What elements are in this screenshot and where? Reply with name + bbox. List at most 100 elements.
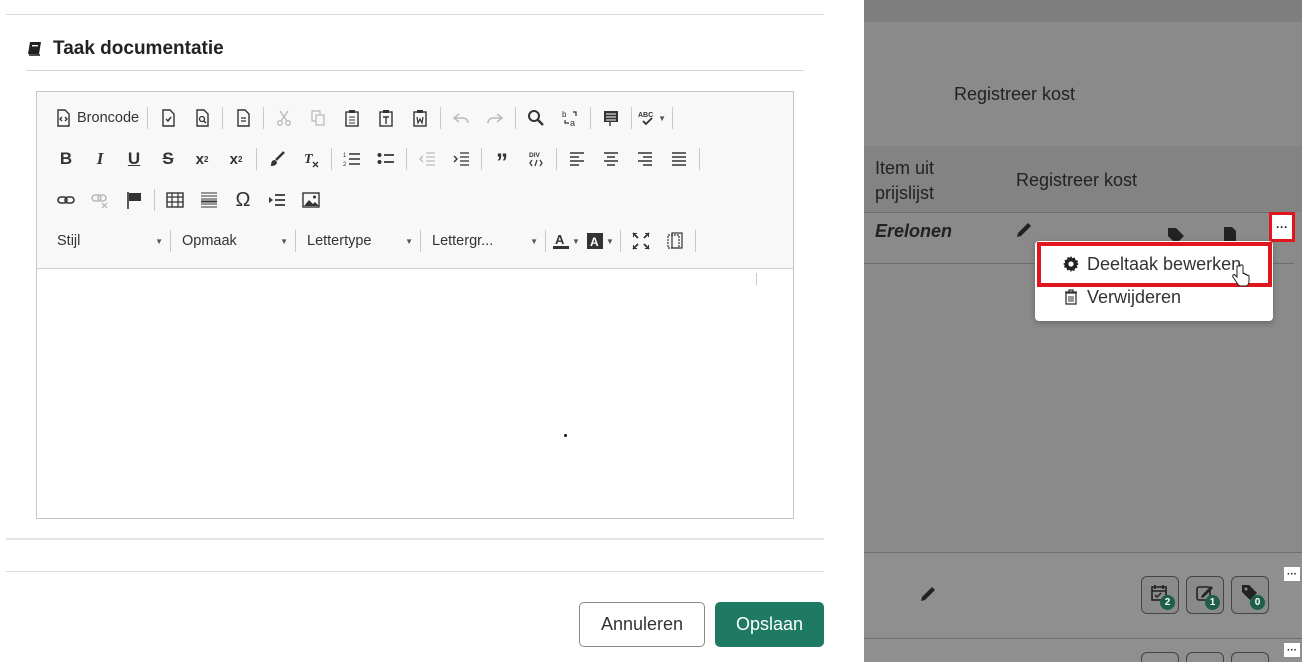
count-badge: 2 — [1160, 595, 1175, 610]
tag-badge-button[interactable]: 0 — [1231, 576, 1269, 614]
numbered-list-icon: 12 — [343, 153, 360, 168]
section-title: Taak documentatie — [53, 38, 224, 59]
svg-text:DIV: DIV — [529, 152, 541, 159]
find-button[interactable] — [522, 105, 550, 131]
show-blocks-button[interactable] — [661, 228, 689, 254]
toolbar-row: Broncode ba ABC ▼ — [49, 102, 676, 134]
cancel-button[interactable]: Annuleren — [579, 602, 705, 647]
clear-format-icon: T — [304, 152, 319, 168]
chevron-down-icon: ▼ — [530, 236, 538, 246]
outdent-button[interactable] — [413, 146, 441, 172]
copy-format-button[interactable] — [263, 146, 291, 172]
svg-text:b: b — [562, 110, 567, 119]
maximize-icon — [632, 232, 650, 250]
numbered-list-button[interactable]: 12 — [338, 146, 366, 172]
image-button[interactable] — [297, 187, 325, 213]
italic-button[interactable]: I — [86, 146, 114, 172]
justify-button[interactable] — [665, 146, 693, 172]
editor-content-area[interactable] — [37, 269, 793, 518]
font-size-select[interactable]: Lettergr... ▼ — [424, 228, 542, 254]
font-size-select-label: Lettergr... — [432, 233, 494, 249]
divider — [6, 538, 824, 540]
div-icon: DIV — [529, 152, 543, 167]
maximize-button[interactable] — [627, 228, 655, 254]
table-button[interactable] — [161, 187, 189, 213]
column-header-item: Item uit prijslijst — [875, 158, 935, 203]
font-select[interactable]: Lettertype ▼ — [299, 228, 417, 254]
register-cost-label: Registreer kost — [954, 84, 1076, 104]
svg-text:2: 2 — [343, 162, 347, 168]
paste-button[interactable] — [338, 105, 366, 131]
svg-text:T: T — [304, 152, 314, 167]
cut-button[interactable] — [270, 105, 298, 131]
blockquote-button[interactable]: ” — [488, 142, 516, 176]
align-right-icon — [638, 152, 652, 166]
align-right-button[interactable] — [631, 146, 659, 172]
menu-item-label: Verwijderen — [1087, 286, 1182, 307]
source-label: Broncode — [77, 110, 140, 126]
source-button[interactable]: Broncode — [52, 105, 141, 131]
paintbrush-icon — [271, 151, 285, 166]
templates-button[interactable] — [229, 105, 257, 131]
create-div-button[interactable]: DIV — [522, 146, 550, 172]
hand-cursor-icon — [1232, 264, 1250, 287]
calendar-badge-button[interactable]: 2 — [1141, 576, 1179, 614]
toolbar-row: Stijl ▼ Opmaak ▼ Lettertype ▼ Lettergr..… — [49, 225, 699, 257]
outdent-icon — [419, 152, 435, 166]
bulleted-list-button[interactable] — [372, 146, 400, 172]
select-all-icon — [604, 111, 619, 126]
bulleted-list-icon — [377, 153, 394, 164]
toolbar-row: B I U S x2 x2 T 12 ” DIV — [49, 143, 703, 175]
pencil-icon[interactable] — [918, 584, 938, 604]
replace-button[interactable]: ba — [556, 105, 584, 131]
style-select[interactable]: Stijl ▼ — [49, 228, 167, 254]
source-icon — [57, 109, 70, 127]
remove-format-button[interactable]: T — [297, 146, 325, 172]
copy-button[interactable] — [304, 105, 332, 131]
link-button[interactable] — [52, 187, 80, 213]
select-all-button[interactable] — [597, 105, 625, 131]
indent-button[interactable] — [447, 146, 475, 172]
paste-word-icon — [413, 110, 427, 127]
more-options-button[interactable]: ··· — [1284, 567, 1300, 581]
page-break-button[interactable] — [263, 187, 291, 213]
more-options-button[interactable]: ··· — [1284, 643, 1300, 657]
bg-color-button[interactable]: A ▼ — [586, 228, 614, 254]
image-icon — [302, 192, 320, 208]
redo-button[interactable] — [481, 105, 509, 131]
link-icon — [57, 196, 75, 204]
bold-button[interactable]: B — [52, 146, 80, 172]
column-header-register: Registreer kost — [1016, 170, 1138, 190]
pencil-icon[interactable] — [1014, 220, 1034, 240]
strikethrough-button[interactable]: S — [154, 146, 182, 172]
spellcheck-button[interactable]: ABC ▼ — [638, 105, 666, 131]
show-blocks-icon — [667, 232, 683, 249]
align-left-button[interactable] — [563, 146, 591, 172]
save-doc-icon — [162, 109, 175, 127]
underline-button[interactable]: U — [120, 146, 148, 172]
save-doc-button[interactable] — [154, 105, 182, 131]
paste-word-button[interactable] — [406, 105, 434, 131]
count-badge: 0 — [1250, 595, 1265, 610]
toolbar-row: Ω — [49, 184, 328, 216]
text-color-button[interactable]: A ▼ — [552, 228, 580, 254]
subscript-button[interactable]: x2 — [188, 146, 216, 172]
preview-button[interactable] — [188, 105, 216, 131]
more-options-button[interactable]: ··· — [1269, 212, 1295, 242]
text-color-icon: A — [553, 232, 570, 249]
undo-button[interactable] — [447, 105, 475, 131]
paste-text-button[interactable] — [372, 105, 400, 131]
text-caret — [756, 273, 757, 285]
save-button[interactable]: Opslaan — [715, 602, 824, 647]
horizontal-rule-button[interactable] — [195, 187, 223, 213]
edit-badge-button[interactable]: 1 — [1186, 576, 1224, 614]
divider — [6, 14, 824, 15]
anchor-button[interactable] — [120, 187, 148, 213]
search-icon — [528, 110, 544, 126]
format-select[interactable]: Opmaak ▼ — [174, 228, 292, 254]
unlink-button[interactable] — [86, 187, 114, 213]
special-char-button[interactable]: Ω — [229, 187, 257, 213]
stray-dot — [564, 434, 567, 437]
superscript-button[interactable]: x2 — [222, 146, 250, 172]
align-center-button[interactable] — [597, 146, 625, 172]
